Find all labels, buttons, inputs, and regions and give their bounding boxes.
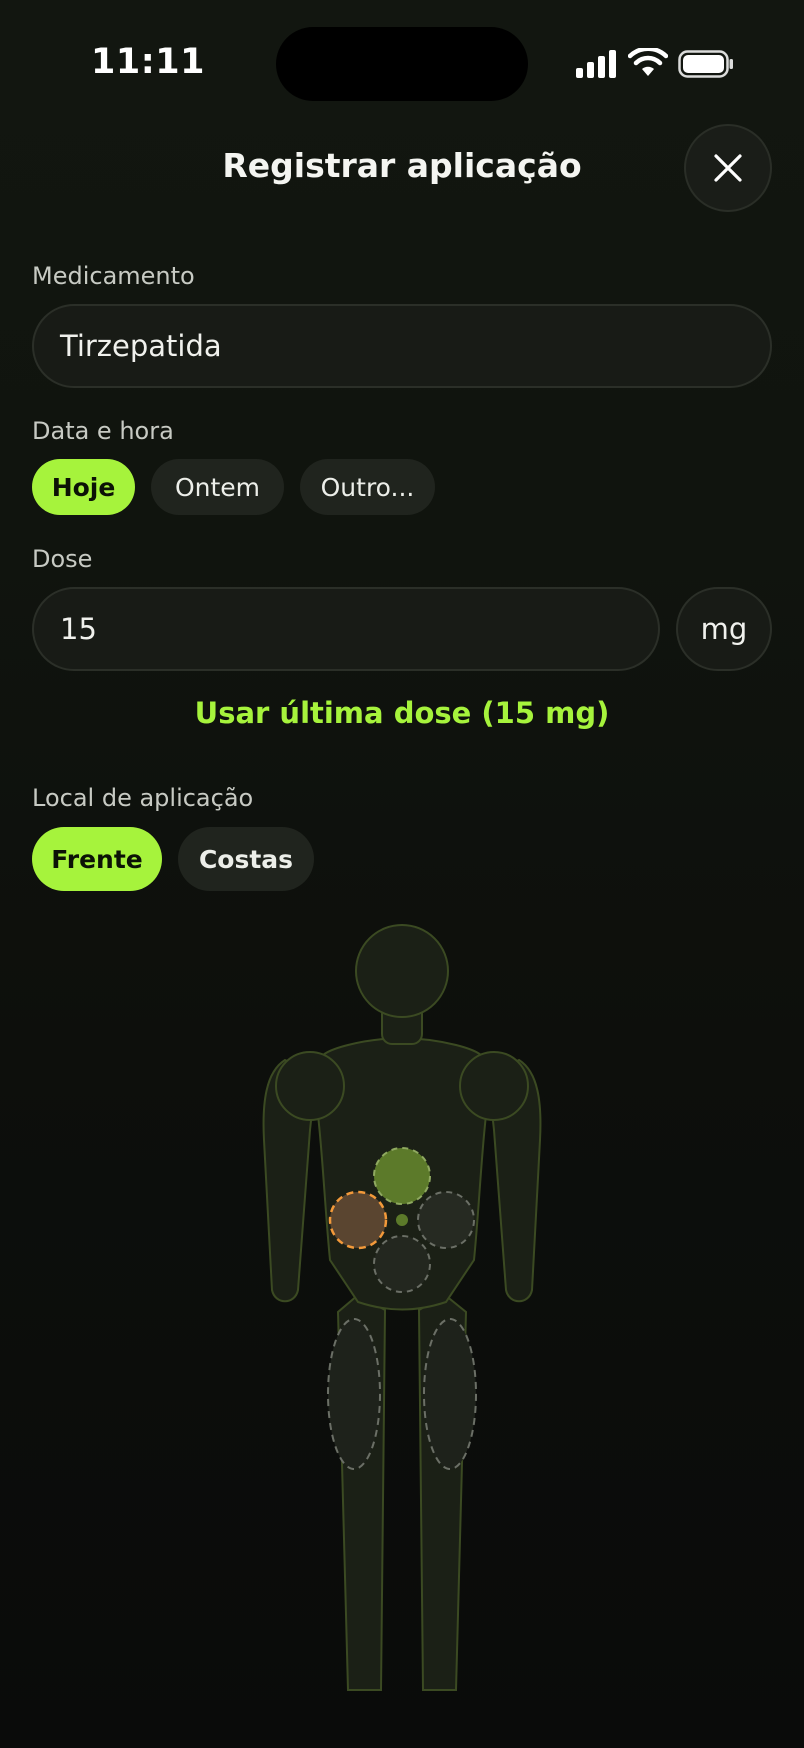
right-shoulder bbox=[459, 1051, 529, 1121]
abdomen-zone-left[interactable] bbox=[328, 1190, 388, 1250]
datetime-option-other[interactable]: Outro... bbox=[300, 459, 435, 515]
status-time: 11:11 bbox=[91, 42, 205, 82]
close-button[interactable] bbox=[684, 124, 772, 212]
abdomen-zone-upper[interactable] bbox=[373, 1147, 431, 1205]
abdomen-zone-lower[interactable] bbox=[373, 1235, 431, 1293]
navel-marker bbox=[396, 1214, 408, 1226]
medication-value: Tirzepatida bbox=[60, 329, 222, 363]
datetime-option-yesterday[interactable]: Ontem bbox=[151, 459, 284, 515]
body-map bbox=[262, 924, 542, 1691]
medication-label: Medicamento bbox=[32, 262, 195, 290]
wifi-icon bbox=[628, 48, 668, 76]
thigh-zone-left[interactable] bbox=[327, 1318, 381, 1470]
thigh-zone-right[interactable] bbox=[423, 1318, 477, 1470]
left-shoulder bbox=[275, 1051, 345, 1121]
site-option-back[interactable]: Costas bbox=[178, 827, 314, 891]
dynamic-island bbox=[276, 27, 528, 101]
site-label: Local de aplicação bbox=[32, 784, 254, 812]
head bbox=[355, 924, 449, 1018]
dose-label: Dose bbox=[32, 545, 93, 573]
register-application-screen: 11:11 Registrar aplicação Medicamento Ti… bbox=[0, 0, 804, 1748]
use-last-dose-link[interactable]: Usar última dose (15 mg) bbox=[0, 696, 804, 730]
datetime-option-today[interactable]: Hoje bbox=[32, 459, 135, 515]
dose-unit: mg bbox=[700, 612, 748, 646]
battery-icon bbox=[678, 50, 733, 78]
dose-input[interactable]: 15 bbox=[32, 587, 660, 671]
site-option-front[interactable]: Frente bbox=[32, 827, 162, 891]
status-bar: 11:11 bbox=[0, 0, 804, 120]
close-icon bbox=[714, 154, 742, 182]
datetime-label: Data e hora bbox=[32, 417, 174, 445]
abdomen-zone-right[interactable] bbox=[417, 1191, 475, 1249]
medication-field[interactable]: Tirzepatida bbox=[32, 304, 772, 388]
dose-unit-select[interactable]: mg bbox=[676, 587, 772, 671]
dose-value: 15 bbox=[60, 612, 97, 646]
cellular-signal-icon bbox=[576, 50, 616, 78]
